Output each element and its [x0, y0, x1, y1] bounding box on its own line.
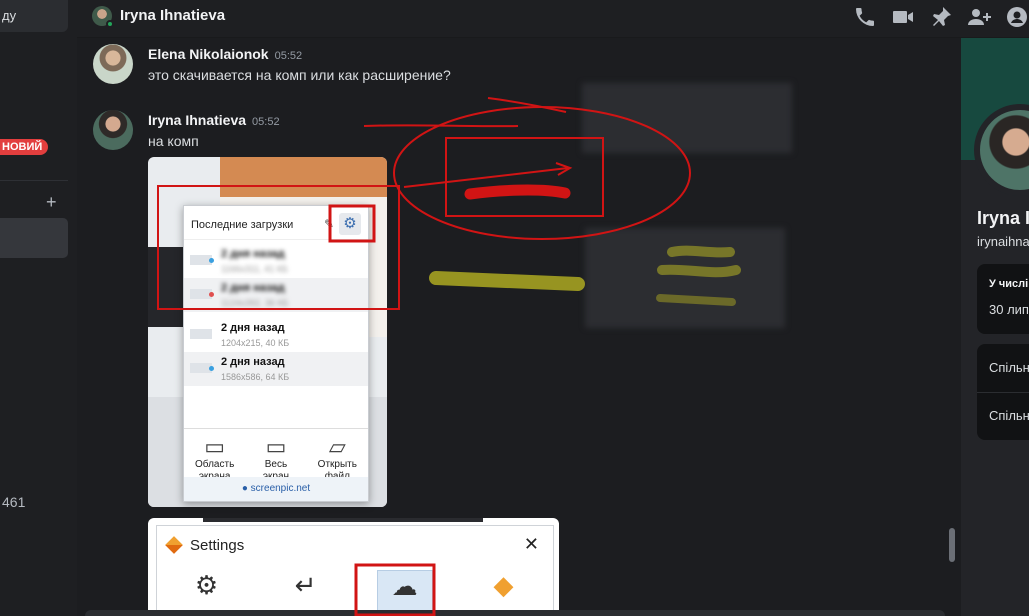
- active-dm-row[interactable]: [0, 218, 68, 258]
- website-link[interactable]: ● screenpic.net: [184, 477, 368, 501]
- thumbnail: [190, 329, 212, 339]
- sidebar-counter: 461: [2, 494, 26, 510]
- online-status-dot: [106, 20, 114, 28]
- avatar[interactable]: [93, 44, 133, 84]
- header-avatar[interactable]: [92, 6, 114, 28]
- app-logo-icon: [165, 536, 183, 554]
- pin-icon[interactable]: [929, 5, 953, 29]
- thumbnail: [190, 255, 214, 265]
- profile-username: irynaihna: [977, 234, 1029, 249]
- pin-icon[interactable]: ✎: [324, 217, 334, 231]
- author-name[interactable]: Elena Nikolaionok: [148, 46, 269, 62]
- member-since-label: У числі: [989, 278, 1029, 290]
- attachment-top-stripe: [203, 518, 483, 522]
- search-text: ду: [2, 8, 17, 23]
- image-attachment[interactable]: Settings ✕ ⚙ ↵ ☁ ◆: [148, 518, 559, 616]
- website-text[interactable]: screenpic.net: [251, 483, 310, 494]
- popup-header: Последние загрузки ✎ ⚙: [184, 206, 368, 240]
- settings-toolbar: ⚙ ↵ ☁ ◆: [157, 570, 553, 614]
- header-toolbar: [853, 5, 1029, 29]
- thumbnail: [190, 289, 214, 299]
- blurred-area: [585, 228, 785, 328]
- download-meta: 1204x215, 40 КБ: [221, 338, 290, 348]
- avatar[interactable]: [93, 110, 133, 150]
- profile-name: Iryna I: [977, 208, 1029, 228]
- new-badge: НОВИЙ: [0, 139, 49, 155]
- message-timestamp: 05:52: [252, 116, 280, 128]
- blurred-area: [582, 83, 792, 153]
- add-friend-icon[interactable]: [967, 5, 991, 29]
- author-name[interactable]: Iryna Ihnatieva: [148, 112, 246, 128]
- message-composer[interactable]: [85, 610, 945, 616]
- download-time: 2 дня назад: [221, 356, 285, 368]
- header-title[interactable]: Iryna Ihnatieva: [120, 7, 225, 24]
- user-profile-panel: Iryna I irynaihna У числі 30 лип Спільн …: [961, 38, 1029, 616]
- download-row[interactable]: 2 дня назад 1586x586, 64 КБ: [184, 352, 368, 386]
- scrollbar-thumb[interactable]: [949, 528, 955, 562]
- close-icon[interactable]: ✕: [524, 534, 539, 555]
- search-bar[interactable]: ду: [0, 0, 68, 32]
- mutual-friends-row[interactable]: Спільн: [989, 408, 1029, 423]
- hotkey-icon[interactable]: ↵: [278, 570, 334, 614]
- mutual-card: Спільн Спільн: [977, 344, 1029, 440]
- download-row[interactable]: 2 дня назад 1124x392, 36 КБ: [184, 278, 368, 312]
- settings-title: Settings: [190, 537, 245, 554]
- message-text: это скачивается на комп или как расширен…: [148, 67, 451, 83]
- app-logo-icon[interactable]: ◆: [476, 570, 532, 614]
- download-row[interactable]: 2 дня назад 1166x311, 41 КБ: [184, 244, 368, 278]
- download-meta: 1586x586, 64 КБ: [221, 372, 290, 382]
- action-label: Область: [195, 459, 235, 470]
- video-call-icon[interactable]: [891, 5, 915, 29]
- action-label: Весь: [264, 459, 288, 470]
- open-file-button[interactable]: ▱ Открыть файл: [309, 434, 365, 483]
- mutual-servers-row[interactable]: Спільн: [989, 360, 1029, 375]
- message-list: Elena Nikolaionok 05:52 это скачивается н…: [77, 38, 961, 616]
- action-label: Открыть: [317, 459, 357, 470]
- member-since-value: 30 лип: [989, 302, 1029, 317]
- phone-call-icon[interactable]: [853, 5, 877, 29]
- capture-actions: ▭ Область экрана ▭ Весь экран ▱ Открыть …: [184, 428, 368, 483]
- download-meta: 1166x311, 41 КБ: [221, 264, 288, 274]
- download-time: 2 дня назад: [221, 282, 285, 294]
- settings-window: Settings ✕ ⚙ ↵ ☁ ◆: [156, 525, 554, 616]
- capture-fullscreen-button[interactable]: ▭ Весь экран: [248, 434, 304, 483]
- download-row[interactable]: 2 дня назад 1204x215, 40 КБ: [184, 318, 368, 352]
- popup-title: Последние загрузки: [191, 219, 294, 231]
- folder-icon: ▱: [328, 434, 346, 459]
- capture-area-button[interactable]: ▭ Область экрана: [187, 434, 243, 483]
- download-time: 2 дня назад: [221, 248, 285, 260]
- sidebar-divider: [0, 180, 68, 181]
- monitor-icon: ▭: [204, 434, 226, 459]
- member-since-card: У числі 30 лип: [977, 264, 1029, 334]
- channel-sidebar: ду НОВИЙ + 461: [0, 0, 77, 616]
- message-text: на комп: [148, 133, 199, 149]
- download-meta: 1124x392, 36 КБ: [221, 298, 289, 308]
- gear-icon[interactable]: ⚙: [339, 213, 361, 235]
- cloud-upload-icon[interactable]: ☁: [376, 570, 433, 614]
- thumbnail: [190, 363, 214, 373]
- chat-header: Iryna Ihnatieva: [77, 0, 1029, 38]
- message-author[interactable]: Elena Nikolaionok 05:52: [148, 46, 302, 62]
- message-author[interactable]: Iryna Ihnatieva 05:52: [148, 112, 280, 128]
- message-timestamp: 05:52: [274, 50, 303, 62]
- downloads-popup: Последние загрузки ✎ ⚙ 2 дня назад 1166x…: [183, 205, 369, 502]
- create-dm-button[interactable]: +: [46, 192, 57, 213]
- download-time: 2 дня назад: [221, 322, 285, 334]
- monitor-icon: ▭: [265, 434, 287, 459]
- attachment-banner: [220, 157, 387, 197]
- user-profile-icon[interactable]: [1005, 5, 1029, 29]
- card-divider: [977, 392, 1029, 393]
- gear-icon[interactable]: ⚙: [179, 570, 235, 614]
